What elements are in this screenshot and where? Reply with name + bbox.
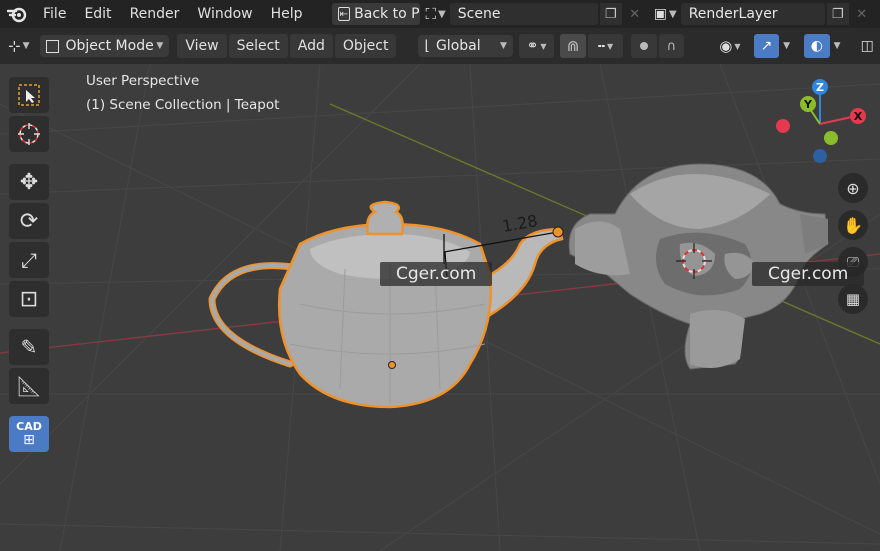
render-layer-icon: ▣ xyxy=(653,6,667,22)
xray-toggle[interactable]: ◫ xyxy=(854,34,880,58)
watermark: Cger.com xyxy=(752,262,865,286)
x-axis-label: X xyxy=(854,110,863,123)
proportional-editing-toggle[interactable] xyxy=(631,34,657,58)
chevron-down-icon: ▼ xyxy=(668,8,677,20)
cad-icon: ⊞ xyxy=(23,431,35,448)
chevron-down-icon[interactable]: ▼ xyxy=(834,41,841,51)
rotate-tool[interactable]: ⟳ xyxy=(9,203,49,239)
transform-icon: ⊡ xyxy=(19,286,39,312)
menu-help[interactable]: Help xyxy=(262,0,312,28)
magnet-icon: ⋒ xyxy=(566,37,580,55)
move-tool[interactable]: ✥ xyxy=(9,164,49,200)
chevron-down-icon: ▼ xyxy=(540,41,547,51)
copy-layer-icon[interactable]: ❐ xyxy=(826,3,849,25)
pencil-icon: ✎ xyxy=(20,335,38,359)
editor-type-button[interactable]: ⊹ ▼ xyxy=(8,37,30,55)
cursor-crosshair-icon xyxy=(18,123,40,145)
cad-label: CAD xyxy=(16,419,42,433)
transform-tool[interactable]: ⊡ xyxy=(9,281,49,317)
cad-tool[interactable]: CAD ⊞ xyxy=(9,416,49,452)
overlays-icon: ◐ xyxy=(810,38,823,54)
snap-point-dot xyxy=(552,226,564,238)
visibility-button[interactable]: ◉ ▼ xyxy=(712,34,747,58)
chevron-down-icon: ▼ xyxy=(156,41,164,51)
scene-selector[interactable]: ⛶ ▼ Scene ❐ ✕ xyxy=(426,3,646,25)
render-layer-field[interactable]: RenderLayer xyxy=(680,3,825,25)
3d-viewport[interactable]: User Perspective (1) Scene Collection | … xyxy=(0,64,880,551)
blender-logo-icon[interactable] xyxy=(0,0,34,28)
pan-button[interactable]: ✋ xyxy=(838,210,868,240)
object-mode-icon xyxy=(45,39,59,53)
scale-icon: ⤢ xyxy=(21,248,37,272)
menu-edit[interactable]: Edit xyxy=(75,0,120,28)
view-layer-selector[interactable]: ▣ ▼ RenderLayer ❐ ✕ xyxy=(654,3,873,25)
grid-icon: ▦ xyxy=(845,290,861,308)
xray-icon: ◫ xyxy=(860,38,874,54)
chevron-down-icon[interactable]: ▼ xyxy=(783,41,790,51)
tool-shelf: ✥ ⟳ ⤢ ⊡ ✎ 📐︎ CAD ⊞ xyxy=(6,74,52,455)
transform-orientation-selector[interactable]: ⌊ Global ▼ xyxy=(418,35,513,57)
move-arrows-icon: ✥ xyxy=(19,169,39,195)
chevron-down-icon: ▼ xyxy=(438,8,446,20)
select-box-icon xyxy=(18,84,40,106)
orientation-icon: ⌊ xyxy=(424,38,430,54)
gizmo-toggle[interactable]: ↗ xyxy=(753,34,780,58)
pivot-point-button[interactable]: ⚭ ▼ xyxy=(518,34,555,58)
menu-select[interactable]: Select xyxy=(228,34,288,58)
chevron-down-icon: ▼ xyxy=(22,41,30,51)
menu-window[interactable]: Window xyxy=(188,0,261,28)
menu-object[interactable]: Object xyxy=(334,34,397,58)
close-layer-icon[interactable]: ✕ xyxy=(851,3,873,25)
negative-y-handle[interactable] xyxy=(824,131,838,145)
mode-selector[interactable]: Object Mode ▼ xyxy=(39,35,170,57)
menu-add[interactable]: Add xyxy=(289,34,333,58)
gizmo-icon: ↗ xyxy=(760,38,773,54)
snap-increment-icon: ╍ xyxy=(597,39,606,53)
back-to-previous-button[interactable]: ⇤ Back to P xyxy=(331,3,420,25)
chevron-down-icon: ▼ xyxy=(607,41,614,51)
rotate-icon: ⟳ xyxy=(19,208,39,234)
snap-target-button[interactable]: ╍ ▼ xyxy=(587,34,624,58)
top-menu-bar: File Edit Render Window Help ⇤ Back to P… xyxy=(0,0,880,28)
measure-tool[interactable]: 📐︎ xyxy=(9,368,49,404)
viewport-scene xyxy=(0,64,880,551)
menu-file[interactable]: File xyxy=(34,0,75,28)
menu-view[interactable]: View xyxy=(177,34,227,58)
falloff-button[interactable]: ∩ xyxy=(658,34,685,58)
collection-label: (1) Scene Collection | Teapot xyxy=(86,97,280,113)
navigation-gizmo[interactable]: Z Y X xyxy=(770,74,880,184)
cursor-tool[interactable] xyxy=(9,116,49,152)
proportional-dot-icon xyxy=(639,42,648,50)
scene-name-field[interactable]: Scene xyxy=(449,3,598,25)
close-scene-icon[interactable]: ✕ xyxy=(624,3,646,25)
overlays-toggle[interactable]: ◐ xyxy=(804,34,830,58)
menu-render[interactable]: Render xyxy=(121,0,189,28)
select-box-tool[interactable] xyxy=(9,77,49,113)
viewport-header: ⊹ ▼ Object Mode ▼ View Select Add Object… xyxy=(0,28,880,64)
zoom-icon: ⊕ xyxy=(846,178,860,198)
chevron-down-icon: ▼ xyxy=(500,41,507,51)
scale-tool[interactable]: ⤢ xyxy=(9,242,49,278)
eye-icon: ◉ xyxy=(719,37,733,55)
axis-icon: ⊹ xyxy=(8,37,21,55)
watermark: Cger.com xyxy=(380,262,493,286)
ruler-icon: 📐︎ xyxy=(16,374,42,398)
copy-scene-icon[interactable]: ❐ xyxy=(599,3,622,25)
pivot-icon: ⚭ xyxy=(526,38,539,54)
snap-toggle[interactable]: ⋒ xyxy=(560,34,586,58)
z-axis-label: Z xyxy=(816,81,824,94)
scene-icon: ⛶ xyxy=(425,5,437,23)
perspective-label: User Perspective xyxy=(86,73,200,89)
negative-x-handle[interactable] xyxy=(776,119,790,133)
negative-z-handle[interactable] xyxy=(813,149,827,163)
zoom-button[interactable]: ⊕ xyxy=(838,173,868,203)
object-origin-dot xyxy=(388,361,396,369)
toggle-perspective-button[interactable]: ▦ xyxy=(838,284,868,314)
back-arrow-icon: ⇤ xyxy=(337,7,351,21)
chevron-down-icon: ▼ xyxy=(734,41,741,51)
y-axis-label: Y xyxy=(803,98,813,111)
falloff-curve-icon: ∩ xyxy=(666,38,677,54)
hand-icon: ✋ xyxy=(843,215,863,235)
annotate-tool[interactable]: ✎ xyxy=(9,329,49,365)
